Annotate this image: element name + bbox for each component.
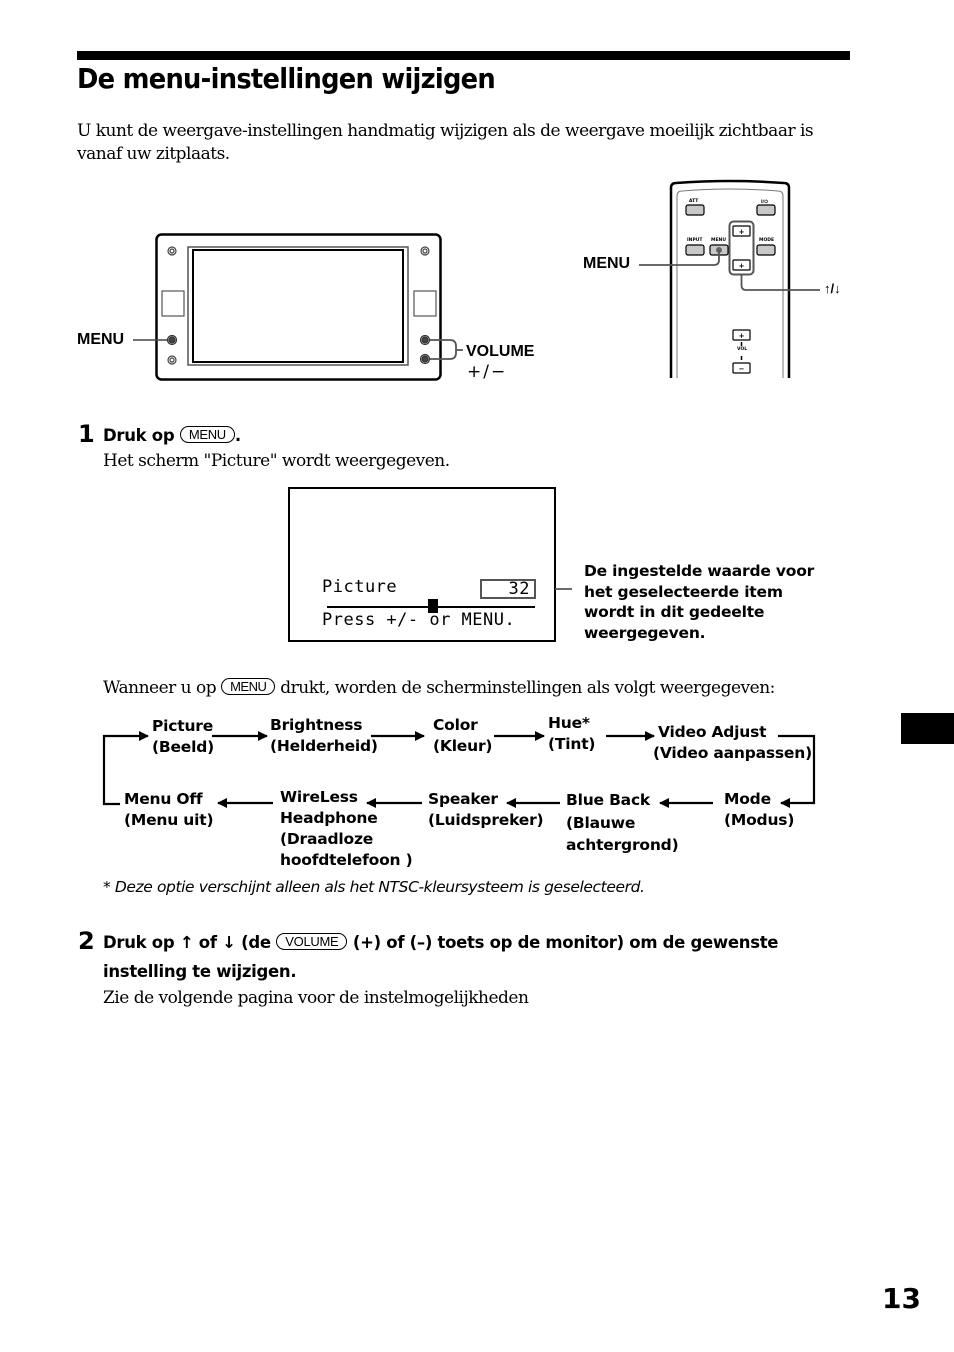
flow-node-sublabel: (Luidspreker) [428,811,544,829]
flow-node-sublabel: (Draadloze [280,830,374,848]
step-2-heading: Druk op ↑ of ↓ (de VOLUME (+) of (–) toe… [103,933,779,952]
flow-node-sublabel: (Tint) [548,735,596,753]
flow-node-speaker: Speaker (Luidspreker) [428,789,544,831]
flow-node-label: Picture [152,717,214,735]
flow-node-brightness: Brightness (Helderheid) [270,715,378,757]
flow-node-sublabel: (Modus) [724,811,795,829]
step-2-number: 2 [78,927,95,955]
step-2-text: (+) of (–) toets op de monitor) om de ge… [352,933,779,952]
flow-node-label: Speaker [428,790,498,808]
flow-node-picture: Picture (Beeld) [152,716,214,758]
flow-node-label: Mode [724,790,771,808]
flow-node-sublabel: hoofdtelefoon ) [280,851,413,869]
step-2-text: (de [241,933,271,952]
volume-key-badge: VOLUME [276,933,348,950]
down-arrow-icon: ↓ [222,933,236,952]
flow-node-sublabel: (Kleur) [433,737,493,755]
step-2-text: Druk op [103,933,175,952]
flow-node-sublabel: (Blauwe [566,813,636,832]
flow-node-sublabel: (Helderheid) [270,737,378,755]
section-tab-marker [901,713,954,744]
flow-node-label: WireLess [280,788,358,806]
flow-node-sublabel: achtergrond) [566,836,679,854]
flow-node-label: Headphone [280,809,378,827]
step-2-body: Zie de volgende pagina voor de instelmog… [103,988,529,1008]
flow-node-hue: Hue* (Tint) [548,713,596,755]
menu-flow-diagram: Picture (Beeld) Brightness (Helderheid) … [0,0,954,900]
flow-node-sublabel: (Video aanpassen) [653,744,812,762]
menu-flow-arrows [102,731,816,808]
flow-node-menu-off: Menu Off (Menu uit) [124,789,214,831]
flow-node-label: Blue Back [566,791,651,809]
flow-node-label: Video Adjust [658,723,767,741]
flow-node-mode: Mode (Modus) [724,789,794,831]
flow-node-label: Hue* [548,714,590,732]
flow-node-sublabel: (Menu uit) [124,811,214,829]
flow-node-color: Color (Kleur) [433,715,492,757]
flow-node-label: Color [433,716,478,734]
flow-node-label: Brightness [270,716,363,734]
step-2-heading-line2: instelling te wijzigen. [103,962,297,981]
flow-node-wireless-headphone: WireLess Headphone (Draadloze hoofdtelef… [280,787,413,871]
footnote: * Deze optie verschijnt alleen als het N… [103,878,645,896]
up-arrow-icon: ↑ [179,933,194,952]
page-number: 13 [882,1282,921,1315]
flow-node-sublabel: (Beeld) [152,738,215,756]
flow-node-label: Menu Off [124,790,203,808]
step-2-text: of [198,933,217,952]
flow-node-video-adjust: Video Adjust (Video aanpassen) [653,722,812,764]
flow-node-blue-back: Blue Back (Blauwe achtergrond) [566,789,679,857]
